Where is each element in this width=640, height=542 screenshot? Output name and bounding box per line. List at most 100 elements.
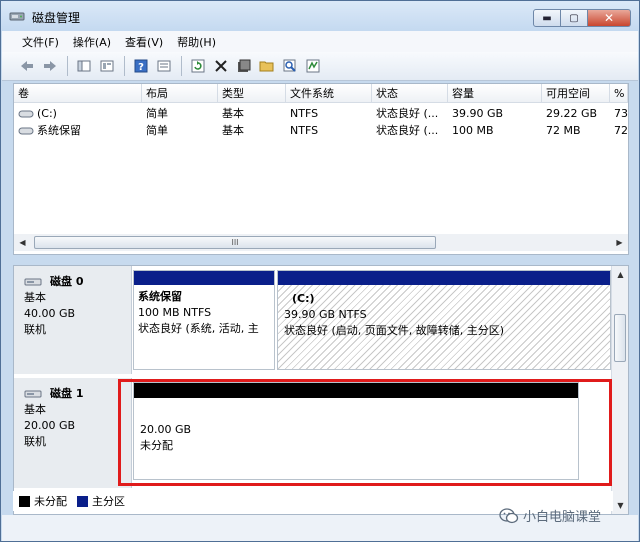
horizontal-scrollbar[interactable]: ◀ III ▶: [14, 234, 628, 251]
disk-0-info[interactable]: 磁盘 0 基本 40.00 GB 联机: [14, 266, 132, 374]
maximize-icon: ▢: [569, 12, 579, 24]
scroll-thumb[interactable]: [614, 314, 626, 362]
partition-bar: [134, 383, 578, 398]
free-space-cell: 72 MB: [546, 124, 581, 137]
back-button[interactable]: [16, 55, 38, 77]
scroll-grip: III: [231, 238, 239, 247]
console-tree-button[interactable]: [73, 55, 95, 77]
volume-cell: 系统保留: [14, 122, 142, 139]
legend-swatch-unallocated: [19, 495, 30, 507]
partition-size: 20.00 GB: [140, 423, 192, 436]
disk-type: 基本: [24, 403, 46, 416]
svg-text:?: ?: [138, 62, 144, 73]
status-cell: 状态良好 (...: [376, 107, 439, 120]
minimize-button[interactable]: ▬: [533, 9, 561, 27]
volume-list-header: 卷 布局 类型 文件系统 状态 容量 可用空间 %: [14, 84, 628, 103]
disk-status: 联机: [24, 435, 46, 448]
menu-bar: 文件(F) 操作(A) 查看(V) 帮助(H): [2, 31, 638, 52]
disk-status: 联机: [24, 323, 46, 336]
menu-view[interactable]: 查看(V): [125, 34, 163, 50]
drive-icon: [18, 127, 34, 134]
back-icon: [21, 61, 33, 71]
shell-button[interactable]: [233, 55, 255, 77]
watermark-text: 小白电脑课堂: [523, 510, 602, 525]
vertical-scrollbar[interactable]: ▲ ▼: [611, 266, 628, 514]
partition-name: 系统保留: [138, 290, 182, 303]
partition-size: 100 MB NTFS: [138, 306, 212, 319]
col-capacity[interactable]: 容量: [448, 84, 542, 103]
close-icon: ✕: [603, 11, 615, 25]
col-filesystem[interactable]: 文件系统: [286, 84, 372, 103]
percent-cell: 72: [614, 124, 628, 137]
toolbar-separator: [181, 56, 182, 76]
refresh-button[interactable]: [187, 55, 209, 77]
menu-file[interactable]: 文件(F): [22, 34, 59, 50]
volume-list: 卷 布局 类型 文件系统 状态 容量 可用空间 % (C:) 简单 基本 NTF…: [13, 83, 629, 255]
disk-type: 基本: [24, 291, 46, 304]
disk-size: 20.00 GB: [24, 419, 76, 432]
disk-icon: [24, 278, 42, 286]
partition-status: 状态良好 (启动, 页面文件, 故障转储, 主分区): [284, 324, 505, 337]
forward-button[interactable]: [39, 55, 61, 77]
scroll-right-icon[interactable]: ▶: [611, 234, 628, 251]
partition-unallocated[interactable]: 20.00 GB 未分配: [133, 382, 579, 480]
layout-cell: 简单: [146, 124, 168, 137]
scroll-left-icon[interactable]: ◀: [14, 234, 31, 251]
col-status[interactable]: 状态: [372, 84, 448, 103]
search-icon: [283, 59, 296, 72]
close-button[interactable]: ✕: [588, 9, 631, 27]
title-bar[interactable]: 磁盘管理 ▬ ▢ ✕: [1, 1, 639, 31]
help-button[interactable]: ?: [130, 55, 152, 77]
scroll-up-icon[interactable]: ▲: [612, 266, 629, 283]
shell-icon: [238, 59, 251, 72]
partition-name: (C:): [292, 292, 315, 305]
col-layout[interactable]: 布局: [142, 84, 218, 103]
capacity-cell: 39.90 GB: [452, 107, 504, 120]
delete-button[interactable]: [210, 55, 232, 77]
col-volume[interactable]: 卷: [14, 84, 142, 103]
disk-icon: [24, 390, 42, 398]
view-button[interactable]: [153, 55, 175, 77]
folder-icon: [259, 61, 274, 72]
legend-label-unallocated: 未分配: [34, 495, 67, 508]
type-cell: 基本: [222, 107, 244, 120]
filesystem-cell: NTFS: [290, 124, 319, 137]
partition-status: 未分配: [140, 439, 173, 452]
drive-icon: [18, 110, 34, 117]
scroll-thumb[interactable]: III: [34, 236, 436, 249]
watermark: 小白电脑课堂: [499, 506, 601, 525]
disk-graphical-view: 磁盘 0 基本 40.00 GB 联机 系统保留 100 MB NTFS 状态良…: [13, 265, 629, 515]
open-button[interactable]: [256, 55, 278, 77]
menu-action[interactable]: 操作(A): [73, 34, 111, 50]
partition-size: 39.90 GB NTFS: [284, 308, 367, 321]
toolbar-separator: [124, 56, 125, 76]
scroll-down-icon[interactable]: ▼: [612, 497, 629, 514]
partition-bar: [278, 271, 610, 285]
volume-name: 系统保留: [37, 124, 81, 137]
forward-icon: [44, 61, 56, 71]
col-free-space[interactable]: 可用空间: [542, 84, 610, 103]
capacity-cell: 100 MB: [452, 124, 494, 137]
partition-status: 状态良好 (系统, 活动, 主: [138, 322, 259, 335]
disk-management-window: 磁盘管理 ▬ ▢ ✕ 文件(F) 操作(A) 查看(V) 帮助(H) ? 卷 布…: [0, 0, 640, 542]
wechat-icon: [499, 507, 519, 523]
search-button[interactable]: [279, 55, 301, 77]
properties-button[interactable]: [96, 55, 118, 77]
partition-bar: [134, 271, 274, 285]
toolbar-separator: [67, 56, 68, 76]
table-row[interactable]: (C:) 简单 基本 NTFS 状态良好 (... 39.90 GB 29.22…: [14, 105, 628, 122]
menu-help[interactable]: 帮助(H): [177, 34, 216, 50]
col-percent[interactable]: %: [610, 84, 628, 103]
properties-icon: [100, 60, 114, 72]
table-row[interactable]: 系统保留 简单 基本 NTFS 状态良好 (... 100 MB 72 MB 7…: [14, 122, 628, 139]
partition-system-reserved[interactable]: 系统保留 100 MB NTFS 状态良好 (系统, 活动, 主: [133, 270, 275, 370]
partition-c-drive[interactable]: (C:) 39.90 GB NTFS 状态良好 (启动, 页面文件, 故障转储,…: [277, 270, 611, 370]
status-cell: 状态良好 (...: [376, 124, 439, 137]
col-type[interactable]: 类型: [218, 84, 286, 103]
settings-button[interactable]: [302, 55, 324, 77]
disk-1-info[interactable]: 磁盘 1 基本 20.00 GB 联机: [14, 378, 132, 488]
help-icon: ?: [134, 59, 148, 73]
disk-management-icon: [9, 12, 25, 21]
maximize-button[interactable]: ▢: [561, 9, 588, 27]
minimize-icon: ▬: [542, 12, 552, 24]
